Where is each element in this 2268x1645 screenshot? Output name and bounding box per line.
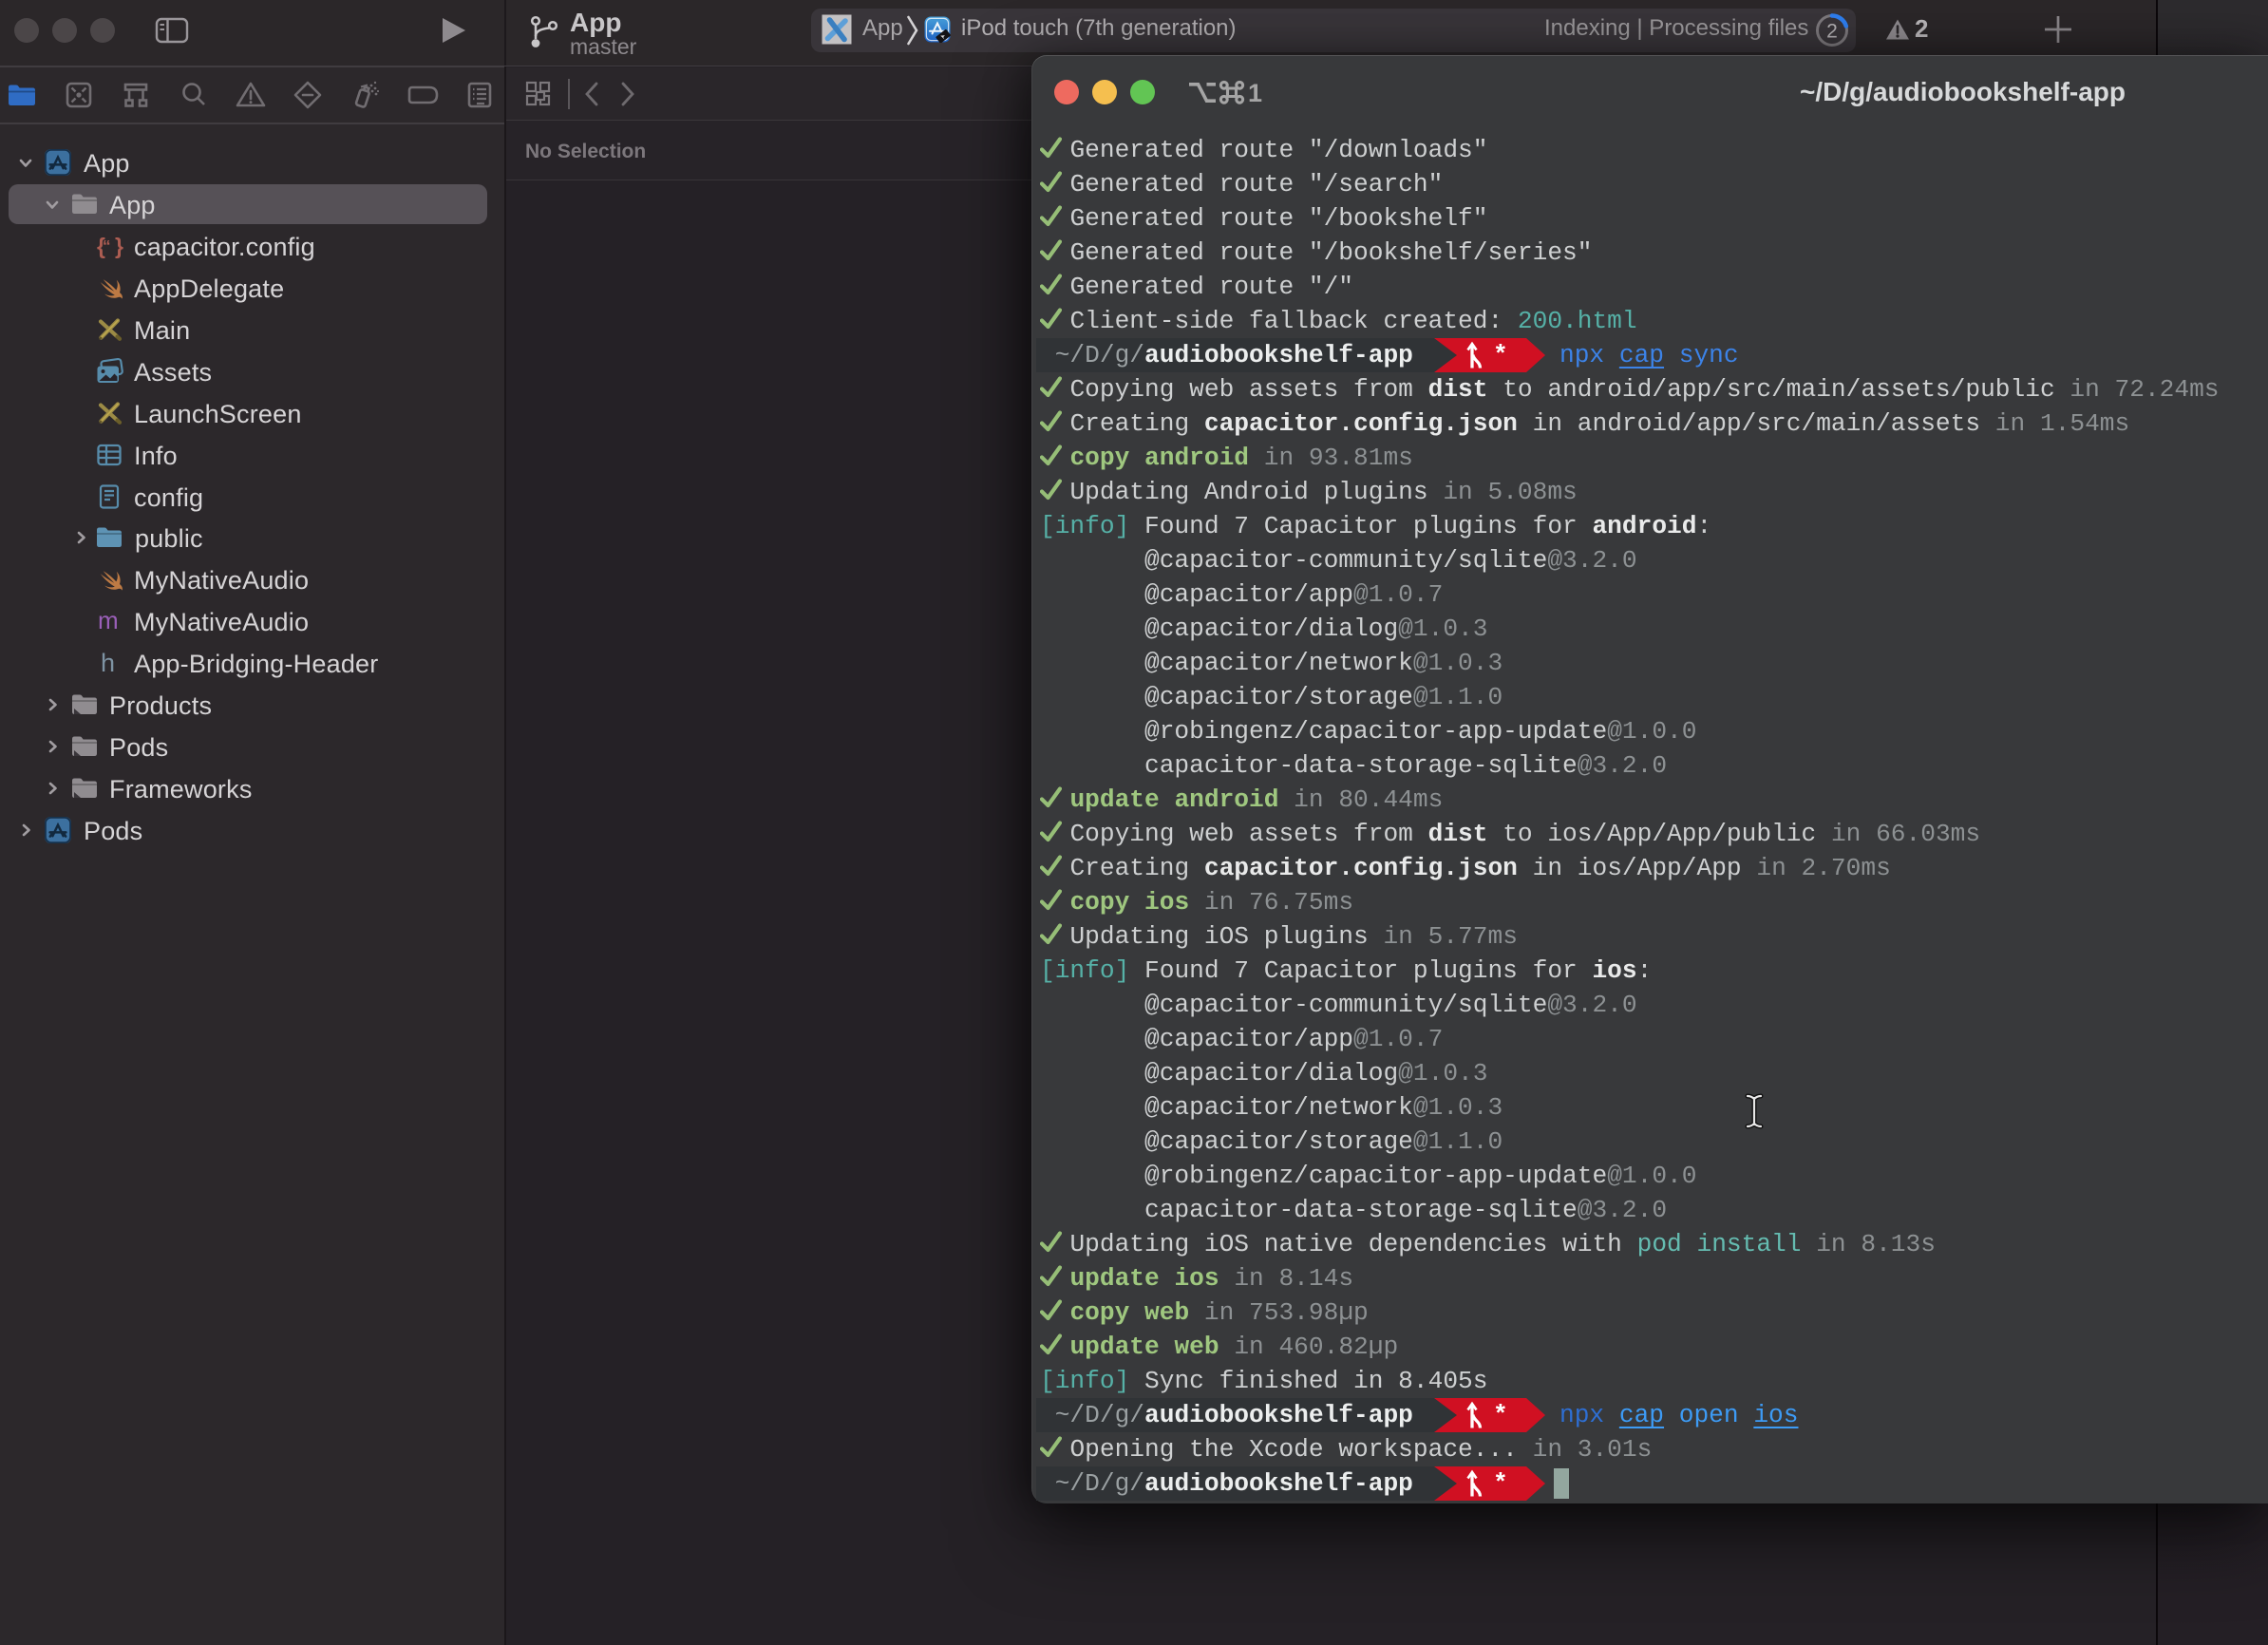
svg-text:1: 1	[1248, 79, 1262, 106]
svg-text:m: m	[98, 607, 119, 634]
svg-text:“: “	[103, 237, 111, 255]
svg-text:2: 2	[1826, 21, 1838, 43]
svg-text:}: }	[115, 234, 123, 258]
svg-text:h: h	[101, 649, 115, 677]
